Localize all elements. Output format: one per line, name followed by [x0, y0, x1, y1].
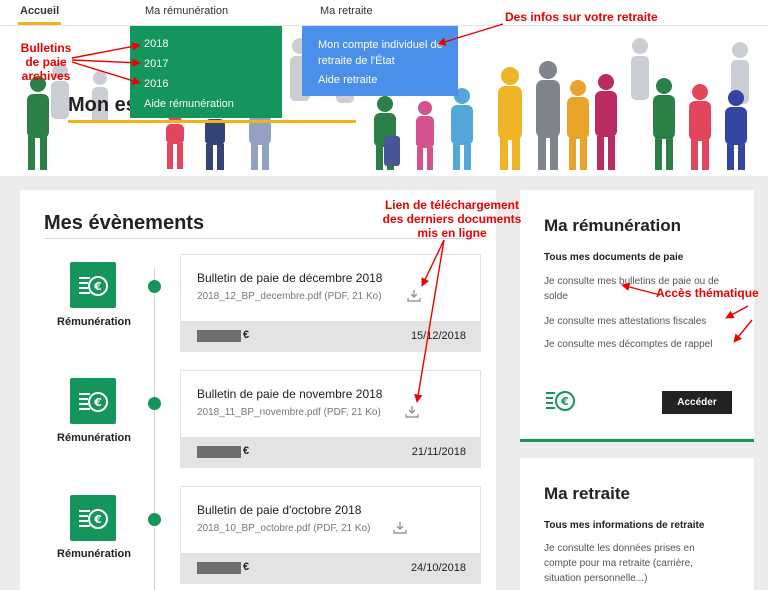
annotation-acces-thematique: Accès thématique — [656, 286, 759, 300]
annotation-infos-retraite: Des infos sur votre retraite — [505, 10, 658, 24]
annotation-lien-telechargement: Lien de téléchargement des derniers docu… — [382, 198, 522, 240]
annotation-arrows — [71, 23, 753, 403]
annotation-bulletins-archives: Bulletins de paie archives — [20, 41, 72, 83]
